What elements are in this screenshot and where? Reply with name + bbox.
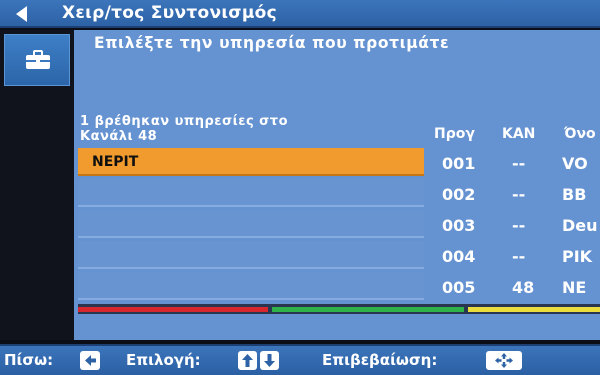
toolbox-icon [26, 50, 50, 69]
channel-row[interactable]: 001 -- VO [428, 148, 600, 179]
service-row[interactable] [78, 241, 424, 269]
menu-tile[interactable] [4, 34, 70, 86]
services-found-text: 1 βρέθηκαν υπηρεσίες στο Κανάλι 48 [80, 114, 288, 144]
help-bar: Πίσω: Επιλογή: Επιβεβαίωση: [0, 344, 600, 375]
channel-kan: -- [512, 154, 526, 173]
help-confirm-label: Επιβεβαίωση: [322, 351, 438, 369]
channel-row[interactable]: 002 -- BB [428, 179, 600, 210]
channel-kan: -- [512, 247, 526, 266]
channel-name: VO [562, 154, 588, 173]
page-title: Χειρ/τος Συντονισμός [62, 3, 278, 23]
channel-row[interactable]: 004 -- PIK [428, 241, 600, 272]
channel-name: BB [562, 185, 587, 204]
channel-row[interactable]: 003 -- Deu [428, 210, 600, 241]
channel-list: 001 -- VO 002 -- BB 003 -- Deu 004 -- PI… [428, 148, 600, 300]
main-panel: Επιλέξτε την υπηρεσία που προτιμάτε 1 βρ… [74, 30, 600, 340]
channel-kan: -- [512, 216, 526, 235]
prompt-text: Επιλέξτε την υπηρεσία που προτιμάτε [94, 34, 450, 52]
back-icon[interactable] [16, 6, 27, 22]
down-arrow-key-icon [260, 351, 279, 370]
service-row[interactable] [78, 272, 424, 300]
green-key-segment [272, 307, 464, 312]
channel-name: NE [562, 278, 587, 297]
column-header-prog: Προγ [434, 126, 475, 142]
color-key-bar [78, 304, 600, 314]
left-arrow-key-icon [80, 351, 100, 370]
ok-cross-key-icon [486, 351, 522, 370]
help-back-label: Πίσω: [4, 351, 54, 369]
channel-prog: 003 [442, 216, 476, 235]
column-header-name: Όνο [564, 126, 596, 142]
channel-row[interactable]: 005 48 NE [428, 272, 600, 300]
screen: Χειρ/τος Συντονισμός Επιλέξτε την υπηρεσ… [0, 0, 600, 375]
channel-kan: -- [512, 185, 526, 204]
service-row[interactable] [78, 179, 424, 207]
found-line-1: 1 βρέθηκαν υπηρεσίες στο [80, 114, 289, 129]
left-rail [0, 30, 74, 340]
yellow-key-segment [468, 307, 600, 312]
channel-prog: 002 [442, 185, 476, 204]
service-row[interactable] [78, 210, 424, 238]
title-bar: Χειρ/τος Συντονισμός [0, 0, 600, 28]
channel-prog: 005 [442, 278, 476, 297]
channel-prog: 004 [442, 247, 476, 266]
red-key-segment [78, 307, 268, 312]
up-arrow-key-icon [238, 351, 257, 370]
channel-kan: 48 [512, 278, 535, 297]
column-header-kan: ΚΑΝ [502, 126, 536, 142]
service-list: ΝΕΡΙΤ [78, 148, 424, 303]
channel-name: PIK [562, 247, 593, 266]
found-line-2: Κανάλι 48 [80, 129, 158, 144]
channel-prog: 001 [442, 154, 476, 173]
service-row-selected[interactable]: ΝΕΡΙΤ [78, 148, 424, 176]
channel-name: Deu [562, 216, 598, 235]
help-select-label: Επιλογή: [126, 351, 201, 369]
